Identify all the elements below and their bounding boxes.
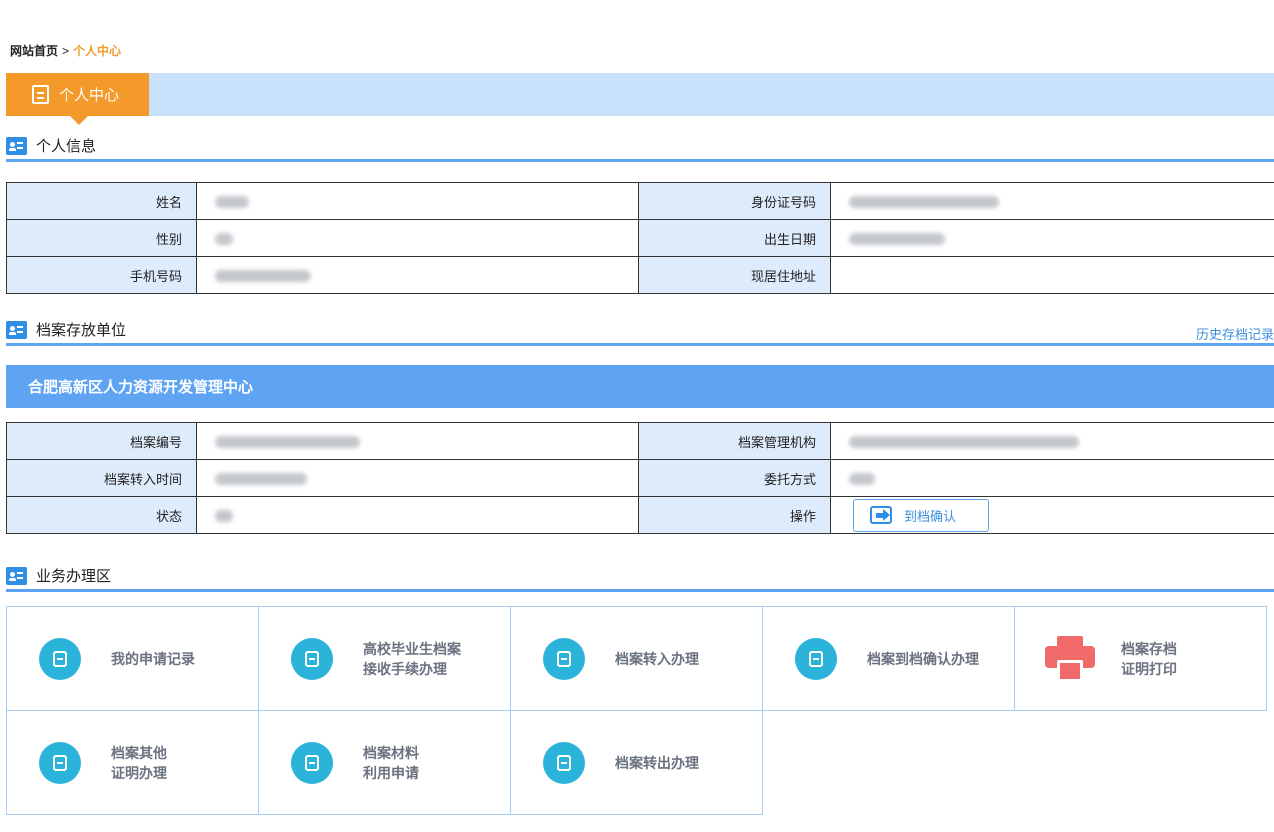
value-entrust-method (830, 459, 1274, 497)
service-arrival-confirm[interactable]: 档案到档确认办理 (762, 606, 1015, 711)
section-title: 业务办理区 (36, 568, 112, 585)
tab-personal-center[interactable]: 个人中心 (6, 73, 149, 116)
edit-icon (291, 637, 333, 680)
arrow-right-icon (870, 506, 892, 524)
table-row: 档案编号 档案管理机构 (6, 422, 1274, 460)
label-phone: 手机号码 (6, 256, 197, 294)
service-archive-transfer-in[interactable]: 档案转入办理 (510, 606, 763, 711)
label-birthdate: 出生日期 (638, 219, 831, 257)
service-archive-transfer-out[interactable]: 档案转出办理 (510, 710, 763, 815)
service-label-2: 证明办理 (111, 764, 167, 781)
service-other-certificate[interactable]: 档案其他 证明办理 (6, 710, 259, 815)
archive-info-table: 档案编号 档案管理机构 档案转入时间 委托方式 状态 操作 到档确认 (6, 422, 1274, 534)
clipboard-icon (32, 85, 49, 104)
section-title: 档案存放单位 (36, 322, 127, 339)
section-personal-info: 个人信息 (6, 132, 1274, 162)
service-label-2: 接收手续办理 (363, 660, 447, 677)
archive-org-name: 合肥高新区人力资源开发管理中心 (6, 365, 1274, 408)
value-transfer-time (196, 459, 639, 497)
id-card-icon (6, 566, 27, 585)
record-icon (39, 637, 81, 680)
label-archive-agency: 档案管理机构 (638, 422, 831, 460)
check-doc-icon (795, 637, 837, 680)
service-my-applications[interactable]: 我的申请记录 (6, 606, 259, 711)
confirm-button-label: 到档确认 (904, 508, 957, 524)
id-card-icon (6, 320, 27, 339)
value-address (830, 256, 1274, 294)
service-label: 档案转入办理 (615, 650, 699, 667)
tab-label: 个人中心 (59, 87, 120, 104)
tab-pointer (70, 116, 88, 125)
service-archive-certificate-print[interactable]: 档案存档 证明打印 (1014, 606, 1267, 711)
breadcrumb-home[interactable]: 网站首页 (10, 44, 58, 58)
table-row: 姓名 身份证号码 (6, 182, 1274, 220)
table-row: 性别 出生日期 (6, 219, 1274, 257)
section-business: 业务办理区 (6, 562, 1274, 592)
label-archive-number: 档案编号 (6, 422, 197, 460)
value-phone (196, 256, 639, 294)
export-icon (543, 741, 585, 784)
service-label-2: 利用申请 (363, 764, 419, 781)
value-birthdate (830, 219, 1274, 257)
service-label: 高校毕业生档案 (363, 640, 461, 657)
value-archive-number (196, 422, 639, 460)
label-operation: 操作 (638, 496, 831, 534)
printer-icon (1045, 635, 1095, 682)
history-archive-link[interactable]: 历史存档记录 (1196, 324, 1274, 343)
label-entrust-method: 委托方式 (638, 459, 831, 497)
service-label: 档案转出办理 (615, 754, 699, 771)
label-address: 现居住地址 (638, 256, 831, 294)
value-name (196, 182, 639, 220)
table-row: 手机号码 现居住地址 (6, 256, 1274, 294)
label-transfer-time: 档案转入时间 (6, 459, 197, 497)
value-operation: 到档确认 (830, 496, 1274, 534)
service-label: 档案到档确认办理 (867, 650, 979, 667)
breadcrumb-separator: > (62, 44, 70, 58)
value-status (196, 496, 639, 534)
service-graduate-archive-receive[interactable]: 高校毕业生档案 接收手续办理 (258, 606, 511, 711)
service-label: 我的申请记录 (111, 650, 195, 667)
value-archive-agency (830, 422, 1274, 460)
breadcrumb-current: 个人中心 (73, 44, 122, 58)
search-doc-icon (39, 741, 81, 784)
value-id-number (830, 182, 1274, 220)
service-material-usage[interactable]: 档案材料 利用申请 (258, 710, 511, 815)
service-label: 档案存档 (1121, 640, 1177, 657)
tab-bar: 个人中心 (6, 73, 1274, 125)
breadcrumb: 网站首页 > 个人中心 (10, 42, 121, 59)
table-row: 状态 操作 到档确认 (6, 496, 1274, 534)
service-label-2: 证明打印 (1121, 660, 1177, 677)
label-id-number: 身份证号码 (638, 182, 831, 220)
arrival-confirm-button[interactable]: 到档确认 (853, 498, 989, 532)
id-card-icon (6, 136, 27, 155)
label-status: 状态 (6, 496, 197, 534)
section-archive-unit: 档案存放单位 历史存档记录 (6, 316, 1274, 346)
label-name: 姓名 (6, 182, 197, 220)
document-icon (291, 741, 333, 784)
service-label: 档案其他 (111, 744, 167, 761)
value-gender (196, 219, 639, 257)
personal-info-table: 姓名 身份证号码 性别 出生日期 手机号码 现居住地址 (6, 182, 1274, 294)
label-gender: 性别 (6, 219, 197, 257)
edit-icon (543, 637, 585, 680)
service-label: 档案材料 (363, 744, 419, 761)
table-row: 档案转入时间 委托方式 (6, 459, 1274, 497)
section-title: 个人信息 (36, 138, 97, 155)
